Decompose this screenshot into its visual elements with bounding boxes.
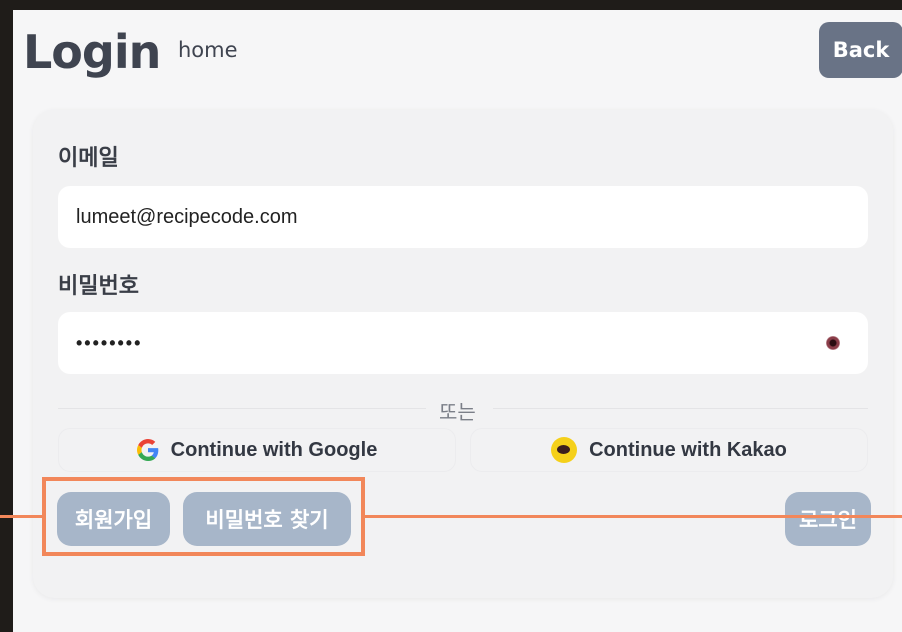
google-login-button[interactable]: Continue with Google [58,428,456,472]
login-button[interactable]: 로그인 [785,492,871,546]
divider-right [493,408,868,409]
back-button[interactable]: Back [819,22,902,78]
home-link[interactable]: home [178,38,238,62]
email-field[interactable]: lumeet@recipecode.com [58,186,868,248]
annotation-line-right [365,515,902,518]
annotation-highlight-box [42,477,365,556]
email-value: lumeet@recipecode.com [76,205,298,228]
password-label: 비밀번호 [58,274,139,299]
kakao-login-button[interactable]: Continue with Kakao [470,428,868,472]
password-field[interactable]: •••••••• [58,312,868,374]
page-title: Login [23,25,161,79]
divider-left [58,408,426,409]
kakao-login-label: Continue with Kakao [589,438,787,461]
kakao-icon [551,437,578,463]
app-window: Login home Back 이메일 lumeet@recipecode.co… [13,10,902,632]
eye-icon[interactable] [826,336,840,350]
google-icon [136,439,158,461]
password-value: •••••••• [76,332,143,353]
email-label: 이메일 [58,146,119,171]
annotation-line-left [0,515,43,518]
google-login-label: Continue with Google [170,438,378,461]
or-divider-text: 또는 [439,400,476,424]
